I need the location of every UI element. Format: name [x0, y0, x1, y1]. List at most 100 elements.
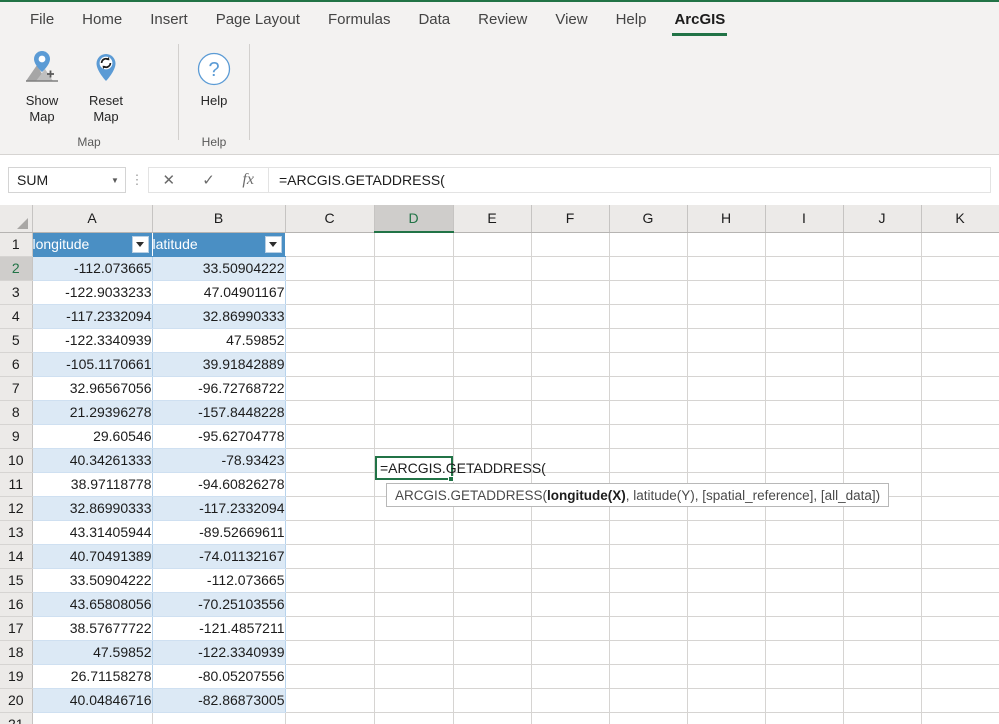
cell-f4[interactable] — [531, 304, 609, 328]
ribbon-tab-help[interactable]: Help — [602, 2, 661, 38]
row-header-12[interactable]: 12 — [0, 496, 32, 520]
row-header-15[interactable]: 15 — [0, 568, 32, 592]
cell-i4[interactable] — [765, 304, 843, 328]
cell-d6[interactable] — [374, 352, 453, 376]
cell-e17[interactable] — [453, 616, 531, 640]
cell-d5[interactable] — [374, 328, 453, 352]
cell-i18[interactable] — [765, 640, 843, 664]
filter-dropdown-latitude[interactable] — [265, 236, 282, 253]
cell-c13[interactable] — [285, 520, 374, 544]
cell-j16[interactable] — [843, 592, 921, 616]
cell-j8[interactable] — [843, 400, 921, 424]
cell-e18[interactable] — [453, 640, 531, 664]
cell-k17[interactable] — [921, 616, 999, 640]
cell-k6[interactable] — [921, 352, 999, 376]
cell-e5[interactable] — [453, 328, 531, 352]
column-header-d[interactable]: D — [374, 205, 453, 232]
cell-b20[interactable]: -82.86873005 — [152, 688, 285, 712]
cell-k10[interactable] — [921, 448, 999, 472]
row-header-5[interactable]: 5 — [0, 328, 32, 352]
cell-j13[interactable] — [843, 520, 921, 544]
cell-i14[interactable] — [765, 544, 843, 568]
cell-h3[interactable] — [687, 280, 765, 304]
cell-k14[interactable] — [921, 544, 999, 568]
enter-formula-icon[interactable]: ✓ — [189, 171, 229, 189]
cell-b5[interactable]: 47.59852 — [152, 328, 285, 352]
cell-a5[interactable]: -122.3340939 — [32, 328, 152, 352]
cell-a17[interactable]: 38.57677722 — [32, 616, 152, 640]
cell-c17[interactable] — [285, 616, 374, 640]
ribbon-tab-data[interactable]: Data — [404, 2, 464, 38]
cell-a14[interactable]: 40.70491389 — [32, 544, 152, 568]
cell-g15[interactable] — [609, 568, 687, 592]
cell-h1[interactable] — [687, 232, 765, 256]
cell-i20[interactable] — [765, 688, 843, 712]
cell-k13[interactable] — [921, 520, 999, 544]
row-header-9[interactable]: 9 — [0, 424, 32, 448]
cell-f14[interactable] — [531, 544, 609, 568]
cell-d20[interactable] — [374, 688, 453, 712]
cell-c10[interactable] — [285, 448, 374, 472]
cell-f9[interactable] — [531, 424, 609, 448]
cell-b21[interactable] — [152, 712, 285, 724]
cell-f13[interactable] — [531, 520, 609, 544]
cell-j1[interactable] — [843, 232, 921, 256]
cell-g2[interactable] — [609, 256, 687, 280]
cell-f3[interactable] — [531, 280, 609, 304]
cell-d15[interactable] — [374, 568, 453, 592]
cell-i2[interactable] — [765, 256, 843, 280]
cell-a6[interactable]: -105.1170661 — [32, 352, 152, 376]
cell-g5[interactable] — [609, 328, 687, 352]
cell-b15[interactable]: -112.073665 — [152, 568, 285, 592]
cell-g3[interactable] — [609, 280, 687, 304]
cell-g7[interactable] — [609, 376, 687, 400]
cell-i19[interactable] — [765, 664, 843, 688]
cell-d9[interactable] — [374, 424, 453, 448]
cell-h4[interactable] — [687, 304, 765, 328]
row-header-1[interactable]: 1 — [0, 232, 32, 256]
cell-c18[interactable] — [285, 640, 374, 664]
cell-b7[interactable]: -96.72768722 — [152, 376, 285, 400]
cell-f8[interactable] — [531, 400, 609, 424]
cell-e16[interactable] — [453, 592, 531, 616]
cell-k8[interactable] — [921, 400, 999, 424]
ribbon-tab-view[interactable]: View — [541, 2, 601, 38]
column-header-b[interactable]: B — [152, 205, 285, 232]
row-header-20[interactable]: 20 — [0, 688, 32, 712]
cell-c20[interactable] — [285, 688, 374, 712]
cell-f17[interactable] — [531, 616, 609, 640]
cell-b8[interactable]: -157.8448228 — [152, 400, 285, 424]
row-header-2[interactable]: 2 — [0, 256, 32, 280]
cell-h20[interactable] — [687, 688, 765, 712]
cell-e19[interactable] — [453, 664, 531, 688]
cell-k7[interactable] — [921, 376, 999, 400]
cell-j19[interactable] — [843, 664, 921, 688]
cell-h16[interactable] — [687, 592, 765, 616]
show-map-button[interactable]: Show Map — [10, 44, 74, 125]
cell-c9[interactable] — [285, 424, 374, 448]
cell-b4[interactable]: 32.86990333 — [152, 304, 285, 328]
cell-e9[interactable] — [453, 424, 531, 448]
table-header-longitude[interactable]: longitude — [32, 232, 152, 256]
cell-d19[interactable] — [374, 664, 453, 688]
column-header-f[interactable]: F — [531, 205, 609, 232]
cell-d4[interactable] — [374, 304, 453, 328]
row-header-17[interactable]: 17 — [0, 616, 32, 640]
cell-a11[interactable]: 38.97118778 — [32, 472, 152, 496]
cell-b9[interactable]: -95.62704778 — [152, 424, 285, 448]
cell-h7[interactable] — [687, 376, 765, 400]
cell-a8[interactable]: 21.29396278 — [32, 400, 152, 424]
cell-c4[interactable] — [285, 304, 374, 328]
cell-b17[interactable]: -121.4857211 — [152, 616, 285, 640]
cell-j14[interactable] — [843, 544, 921, 568]
column-header-j[interactable]: J — [843, 205, 921, 232]
cell-f5[interactable] — [531, 328, 609, 352]
cell-c11[interactable] — [285, 472, 374, 496]
cell-e7[interactable] — [453, 376, 531, 400]
cell-j15[interactable] — [843, 568, 921, 592]
cell-i3[interactable] — [765, 280, 843, 304]
cell-e8[interactable] — [453, 400, 531, 424]
cell-g16[interactable] — [609, 592, 687, 616]
cell-b11[interactable]: -94.60826278 — [152, 472, 285, 496]
column-header-g[interactable]: G — [609, 205, 687, 232]
